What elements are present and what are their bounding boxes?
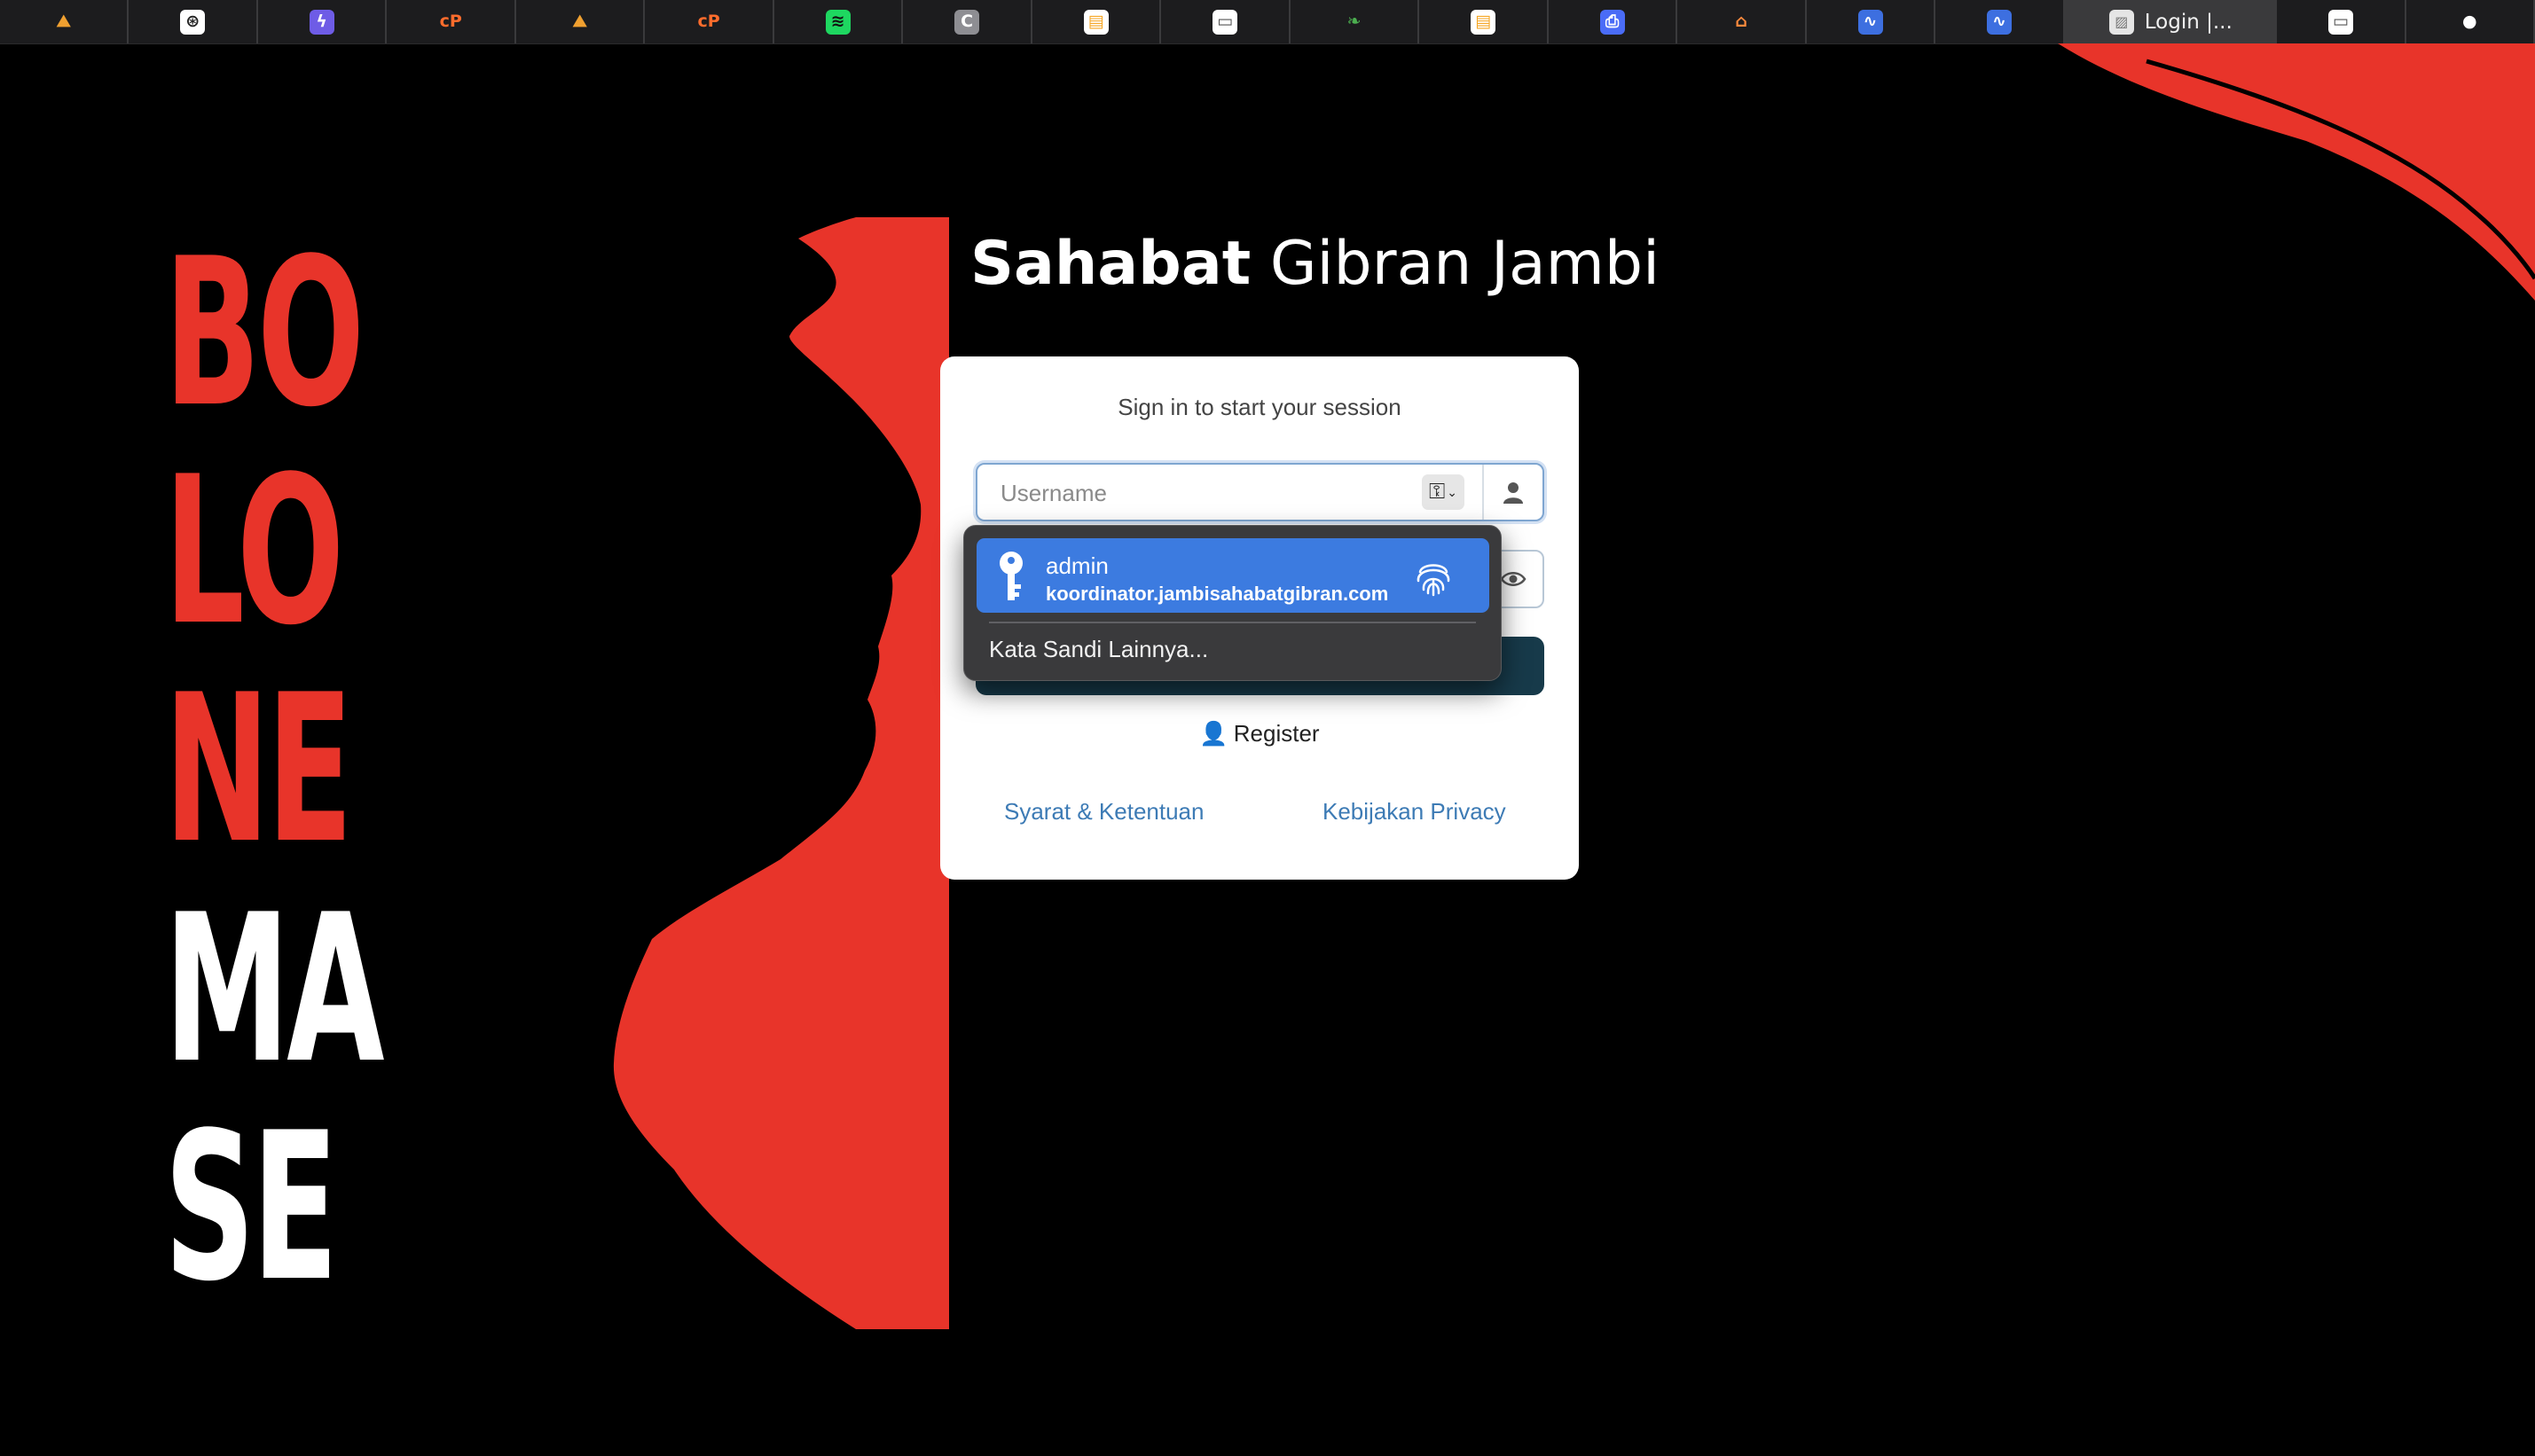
browser-tab[interactable]: ϟ: [258, 0, 388, 43]
browser-tab[interactable]: ●: [2406, 0, 2535, 43]
blank-page-icon: ▭: [1213, 9, 1238, 35]
slogan-line: BO: [164, 215, 365, 452]
username-field[interactable]: ⚿⌄: [976, 463, 1544, 521]
blank-page-icon: ▭: [2327, 9, 2353, 35]
user-icon: [1482, 465, 1542, 520]
profile-silhouette: [613, 217, 949, 1329]
browser-tab-active[interactable]: ▨ Login |...: [2064, 0, 2278, 43]
cpanel-icon: cP: [439, 12, 462, 31]
tab-title: Login |...: [2144, 10, 2233, 34]
brand-bold: Sahabat: [970, 229, 1252, 299]
leaf-icon: ❧: [1346, 12, 1362, 31]
browser-tab[interactable]: ❧: [1291, 0, 1420, 43]
browser-tab[interactable]: cP: [387, 0, 516, 43]
key-icon: ⚿: [1429, 480, 1446, 504]
slogan-line: MA: [164, 872, 385, 1108]
credential-site: koordinator.jambisahabatgibran.com: [1046, 583, 1389, 605]
password-autofill-popup: admin koordinator.jambisahabatgibran.com…: [963, 525, 1502, 681]
fingerprint-icon: [1411, 554, 1456, 603]
browser-tab[interactable]: ⛰: [0, 0, 129, 43]
slogan-red-text: BO LO NE: [164, 215, 365, 888]
mountain-logo-icon: ⛰: [572, 12, 587, 31]
page-title: Sahabat Gibran Jambi: [970, 229, 1660, 299]
credential-username: admin: [1046, 552, 1109, 579]
register-link[interactable]: 👤 Register: [940, 720, 1579, 748]
cpanel-icon: cP: [697, 12, 720, 31]
browser-tab[interactable]: ▤: [1419, 0, 1549, 43]
wave-icon: ∿: [1857, 9, 1883, 35]
other-passwords-option[interactable]: Kata Sandi Lainnya...: [989, 636, 1208, 663]
printer-icon: ⎙: [1599, 9, 1625, 35]
saved-credential-option[interactable]: admin koordinator.jambisahabatgibran.com: [977, 538, 1489, 613]
user-icon: 👤: [1199, 720, 1228, 747]
key-icon: [996, 551, 1026, 607]
corner-swoosh: [2058, 43, 2535, 301]
github-icon: ●: [2462, 12, 2477, 31]
slogan-line: LO: [164, 434, 344, 670]
browser-tab[interactable]: ≋: [774, 0, 904, 43]
mountain-logo-icon: ⛰: [56, 12, 71, 31]
password-manager-key-button[interactable]: ⚿ ⌄: [1422, 474, 1464, 510]
chevron-down-icon: ⌄: [1447, 484, 1457, 499]
store-icon: ⌂: [1735, 12, 1747, 31]
lightning-icon: ϟ: [309, 9, 334, 35]
username-input[interactable]: [999, 465, 1419, 521]
popup-divider: [989, 622, 1476, 623]
browser-tab[interactable]: ▭: [1161, 0, 1291, 43]
browser-tab[interactable]: ⎙: [1549, 0, 1678, 43]
document-icon: ▤: [1471, 9, 1496, 35]
browser-tab[interactable]: ⛰: [516, 0, 646, 43]
slogan-line: NE: [164, 652, 353, 888]
c-letter-icon: C: [954, 9, 980, 35]
document-icon: ▤: [1083, 9, 1109, 35]
wave-icon: ∿: [1987, 9, 2012, 35]
browser-tab[interactable]: ⊛: [129, 0, 258, 43]
register-label: Register: [1233, 720, 1320, 747]
browser-tab[interactable]: ▭: [2277, 0, 2406, 43]
browser-tab[interactable]: C: [903, 0, 1032, 43]
image-placeholder-icon: ▨: [2108, 9, 2134, 35]
openai-icon: ⊛: [180, 9, 206, 35]
login-message: Sign in to start your session: [1118, 394, 1401, 420]
slogan-line: SE: [164, 1090, 338, 1327]
terms-link[interactable]: Syarat & Ketentuan: [1004, 798, 1204, 826]
brand-light: Gibran Jambi: [1269, 229, 1660, 299]
browser-tab[interactable]: cP: [645, 0, 774, 43]
privacy-link[interactable]: Kebijakan Privacy: [1322, 798, 1506, 826]
browser-tab[interactable]: ∿: [1935, 0, 2065, 43]
browser-tab[interactable]: ⌂: [1677, 0, 1807, 43]
browser-tab[interactable]: ∿: [1807, 0, 1936, 43]
browser-tab-bar: ⛰ ⊛ ϟ cP ⛰ cP ≋ C ▤ ▭ ❧ ▤ ⎙ ⌂ ∿ ∿ ▨ Login |... ▭ ●: [0, 0, 2535, 44]
spotify-icon: ≋: [825, 9, 851, 35]
browser-tab[interactable]: ▤: [1032, 0, 1162, 43]
slogan-white-text: MA SE: [164, 872, 385, 1327]
